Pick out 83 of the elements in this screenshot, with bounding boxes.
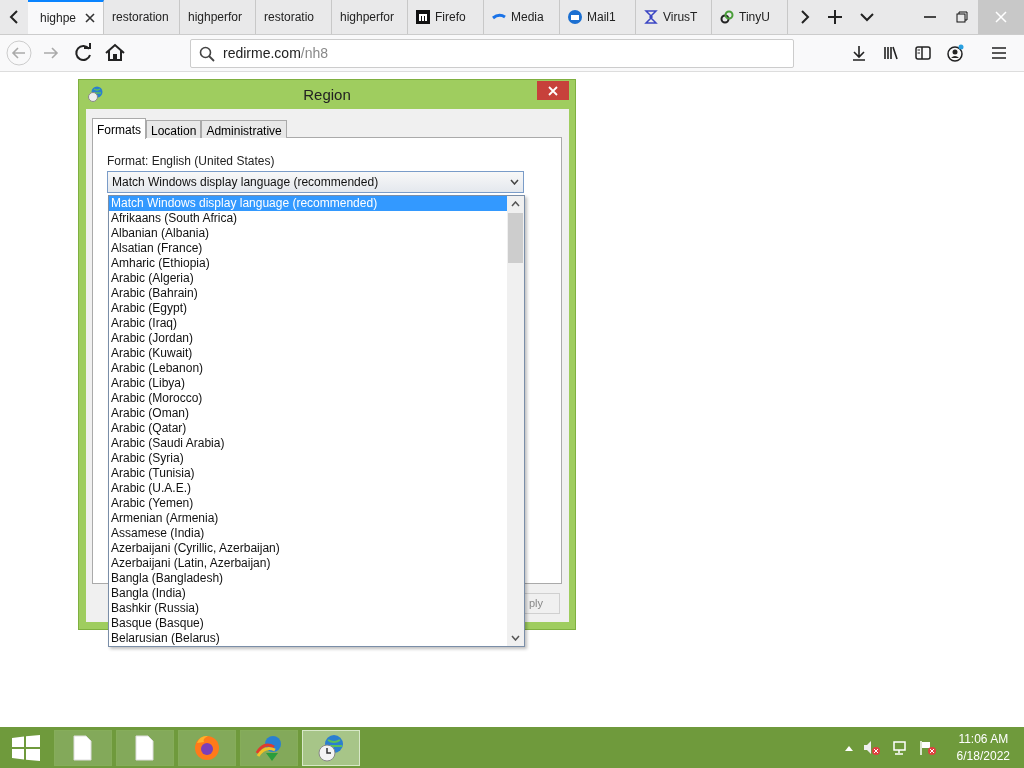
- taskbar-button[interactable]: [116, 729, 174, 766]
- list-option[interactable]: Basque (Basque): [109, 616, 507, 631]
- chevron-left-icon: [9, 10, 19, 24]
- list-option[interactable]: Arabic (Morocco): [109, 391, 507, 406]
- minimize-icon: [924, 16, 936, 18]
- list-option[interactable]: Arabic (Algeria): [109, 271, 507, 286]
- browser-tab[interactable]: restoratio: [256, 0, 332, 34]
- chevron-down-icon[interactable]: [511, 635, 520, 641]
- list-option[interactable]: Belarusian (Belarus): [109, 631, 507, 646]
- menu-icon[interactable]: [990, 44, 1008, 62]
- search-icon: [199, 45, 215, 62]
- envelope-icon: [568, 10, 582, 24]
- account-icon[interactable]: [946, 44, 964, 62]
- chevron-up-icon[interactable]: [511, 201, 520, 207]
- list-option[interactable]: Alsatian (France): [109, 241, 507, 256]
- browser-tab[interactable]: TinyU: [712, 0, 788, 34]
- plus-icon[interactable]: [828, 10, 842, 24]
- list-option[interactable]: Arabic (Lebanon): [109, 361, 507, 376]
- taskbar-button[interactable]: [178, 729, 236, 766]
- close-icon: [994, 10, 1008, 24]
- scrollbar-thumb[interactable]: [508, 213, 523, 263]
- speaker-muted-icon[interactable]: [862, 739, 881, 756]
- close-button[interactable]: [537, 81, 569, 100]
- dialog-tab[interactable]: Formats: [92, 118, 146, 139]
- list-option[interactable]: Assamese (India): [109, 526, 507, 541]
- chevron-right-icon[interactable]: [800, 10, 810, 24]
- list-option[interactable]: Arabic (Bahrain): [109, 286, 507, 301]
- browser-tab[interactable]: Firefo: [408, 0, 484, 34]
- list-option[interactable]: Azerbaijani (Latin, Azerbaijan): [109, 556, 507, 571]
- browser-tab[interactable]: restoration: [104, 0, 180, 34]
- chevron-up-icon[interactable]: [844, 744, 853, 751]
- chevron-down-icon: [510, 179, 519, 185]
- sidebar-icon[interactable]: [914, 44, 932, 62]
- list-option[interactable]: Arabic (Saudi Arabia): [109, 436, 507, 451]
- list-option[interactable]: Arabic (Yemen): [109, 496, 507, 511]
- globe-clock-icon: [316, 732, 346, 763]
- restore-icon: [955, 10, 969, 24]
- browser-tab[interactable]: VirusT: [636, 0, 712, 34]
- close-icon[interactable]: [85, 13, 95, 23]
- clock-time: 11:06 AM: [957, 730, 1010, 748]
- browser-tab[interactable]: highperfor: [332, 0, 408, 34]
- network-icon[interactable]: [890, 739, 909, 756]
- clock-date: 6/18/2022: [956, 747, 1010, 765]
- list-option[interactable]: Arabic (Jordan): [109, 331, 507, 346]
- list-option[interactable]: Azerbaijani (Cyrillic, Azerbaijan): [109, 541, 507, 556]
- list-option[interactable]: Afrikaans (South Africa): [109, 211, 507, 226]
- address-bar[interactable]: redirme.com/nh8: [190, 39, 794, 68]
- format-label: Format: English (United States): [107, 153, 275, 170]
- dialog-title: Region: [303, 84, 351, 105]
- list-option[interactable]: Albanian (Albania): [109, 226, 507, 241]
- close-icon: [548, 85, 558, 96]
- url-text: redirme.com/nh8: [223, 44, 329, 63]
- dialog-tab[interactable]: Administrative: [201, 120, 287, 138]
- list-option[interactable]: Arabic (Kuwait): [109, 346, 507, 361]
- browser-tab[interactable]: Mail1: [560, 0, 636, 34]
- list-option[interactable]: Bashkir (Russia): [109, 601, 507, 616]
- list-option[interactable]: Amharic (Ethiopia): [109, 256, 507, 271]
- list-option[interactable]: Arabic (U.A.E.): [109, 481, 507, 496]
- list-option[interactable]: Bangla (Bangladesh): [109, 571, 507, 586]
- chain-link-icon: [720, 10, 734, 24]
- browser-tab[interactable]: Media: [484, 0, 560, 34]
- list-option[interactable]: Arabic (Qatar): [109, 421, 507, 436]
- flag-icon[interactable]: [918, 739, 937, 756]
- scrollbar[interactable]: [507, 196, 524, 646]
- windows-logo-icon: [12, 734, 40, 761]
- monogram-icon: [416, 10, 430, 24]
- list-option[interactable]: Arabic (Syria): [109, 451, 507, 466]
- list-option[interactable]: Arabic (Tunisia): [109, 466, 507, 481]
- taskbar-button[interactable]: [54, 729, 112, 766]
- browser-tab[interactable]: highperfor: [180, 0, 256, 34]
- list-option[interactable]: Armenian (Armenia): [109, 511, 507, 526]
- browser-tab[interactable]: highpe: [28, 0, 104, 34]
- library-icon[interactable]: [882, 44, 900, 62]
- list-option[interactable]: Arabic (Iraq): [109, 316, 507, 331]
- download-icon[interactable]: [850, 44, 868, 62]
- format-dropdown[interactable]: Match Windows display language (recommended): [107, 171, 524, 193]
- globe-clock-icon: [88, 86, 104, 102]
- list-option[interactable]: Arabic (Egypt): [109, 301, 507, 316]
- dialog-tab[interactable]: Location: [146, 120, 202, 138]
- list-option[interactable]: Arabic (Oman): [109, 406, 507, 421]
- chevron-down-icon[interactable]: [860, 12, 874, 22]
- list-option[interactable]: Arabic (Libya): [109, 376, 507, 391]
- list-option[interactable]: Bangla (India): [109, 586, 507, 601]
